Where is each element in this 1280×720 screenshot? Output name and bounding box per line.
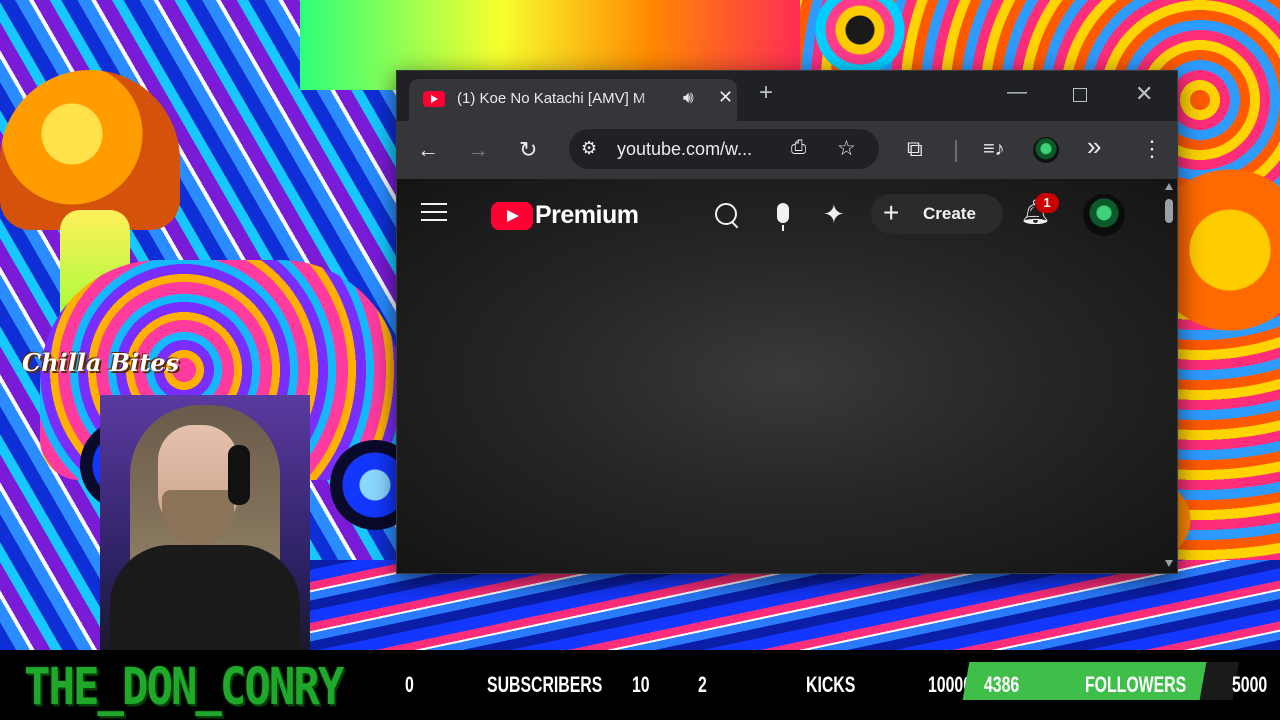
create-label: Create — [923, 204, 976, 223]
subscribers-label: SUBSCRIBERS — [487, 672, 603, 697]
address-bar[interactable]: ⚙︎ youtube.com/w... ⎙ ☆ — [569, 129, 879, 169]
youtube-favicon-icon — [423, 91, 445, 107]
streamer-name: THE_DON_CONRY — [24, 658, 344, 717]
youtube-page: Premium ✦ + Create 🔔︎ 1 — [397, 179, 1177, 573]
url-text[interactable]: youtube.com/w... — [617, 139, 752, 160]
back-button[interactable]: ← — [417, 139, 439, 161]
browser-menu-icon[interactable]: ⋮ — [1141, 138, 1163, 160]
scroll-down-arrow-icon[interactable] — [1165, 560, 1173, 567]
sparkle-icon[interactable]: ✦ — [823, 201, 845, 227]
person-shirt — [110, 545, 300, 650]
media-controls-icon[interactable]: ≡♪ — [983, 138, 1005, 160]
notification-count-badge: 1 — [1035, 193, 1059, 213]
subscribers-goal: 10 — [632, 672, 650, 697]
headset — [228, 445, 250, 505]
kicks-label: KICKS — [806, 672, 856, 697]
hamburger-menu-icon[interactable] — [421, 203, 447, 227]
window-close-button[interactable]: ✕ — [1135, 81, 1153, 107]
site-settings-icon[interactable]: ⚙︎ — [581, 138, 597, 159]
toolbar-divider — [955, 140, 957, 162]
forward-button[interactable]: → — [467, 139, 489, 161]
tab-title: (1) Koe No Katachi [AMV] M — [457, 90, 646, 107]
page-scrollbar[interactable] — [1161, 179, 1177, 573]
new-tab-button[interactable]: + — [759, 81, 773, 105]
plus-icon: + — [883, 197, 900, 228]
stream-stats-bar: THE_DON_CONRY 0 SUBSCRIBERS 10 2 KICKS 1… — [0, 650, 1280, 720]
minimize-button[interactable]: — — [1007, 81, 1027, 104]
youtube-logo-icon[interactable] — [491, 202, 533, 230]
microphone-icon[interactable] — [777, 203, 789, 231]
scroll-thumb[interactable] — [1165, 199, 1173, 223]
youtube-brand-text[interactable]: Premium — [535, 201, 639, 230]
followers-goal: 5000 — [1232, 672, 1268, 697]
scroll-up-arrow-icon[interactable] — [1165, 183, 1173, 190]
chilla-bites-logo: Chilla Bites — [22, 348, 180, 377]
reload-button[interactable]: ↻ — [519, 139, 537, 161]
tab-close-icon[interactable]: ✕ — [718, 87, 733, 108]
followers-count: 4386 — [984, 672, 1020, 697]
webcam-feed — [100, 395, 310, 650]
speaker-icon[interactable]: 🔊︎ — [683, 88, 694, 108]
more-tools-icon[interactable]: » — [1087, 133, 1101, 159]
kicks-count: 2 — [698, 672, 707, 697]
subscribers-count: 0 — [405, 672, 414, 697]
profile-avatar[interactable] — [1033, 137, 1059, 163]
puzzle-icon[interactable]: ⧉ — [907, 138, 923, 160]
browser-toolbar: ← → ↻ ⚙︎ youtube.com/w... ⎙ ☆ ⧉ ≡♪ » ⋮ — [397, 121, 1177, 179]
browser-window: (1) Koe No Katachi [AMV] M 🔊︎ ✕ + — ✕ ← … — [396, 70, 1178, 574]
active-tab[interactable]: (1) Koe No Katachi [AMV] M 🔊︎ ✕ — [409, 79, 737, 121]
account-avatar[interactable] — [1083, 194, 1125, 236]
tab-strip: (1) Koe No Katachi [AMV] M 🔊︎ ✕ + — ✕ — [397, 71, 1177, 121]
create-button[interactable]: + Create — [871, 194, 1003, 234]
maximize-button[interactable] — [1073, 88, 1087, 102]
install-app-icon[interactable]: ⎙ — [791, 137, 806, 159]
followers-label: FOLLOWERS — [1085, 672, 1187, 697]
search-icon[interactable] — [713, 201, 741, 229]
bookmark-star-icon[interactable]: ☆ — [837, 136, 856, 161]
